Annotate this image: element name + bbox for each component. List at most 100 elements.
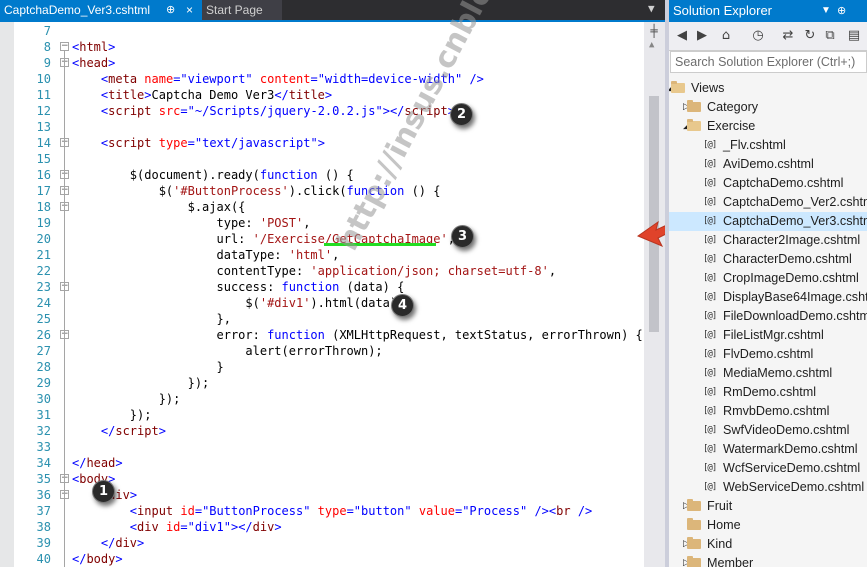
cshtml-file-icon: [@] — [703, 425, 717, 435]
tree-folder-item[interactable]: ◢Exercise — [669, 117, 867, 136]
collapse-all-icon[interactable]: ⧉ — [821, 27, 839, 45]
tree-item-label: CaptchaDemo.cshtml — [723, 176, 844, 190]
code-line[interactable]: 15 — [14, 151, 644, 167]
code-line[interactable]: 14− <script type="text/javascript"> — [14, 135, 644, 151]
tree-folder-item[interactable]: ▷Fruit — [669, 497, 867, 516]
code-editor[interactable]: CaptchaDemo_Ver3.cshtml ⊕ × Start Page ▼… — [0, 0, 665, 567]
code-line[interactable]: 11 <title>Captcha Demo Ver3</title> — [14, 87, 644, 103]
code-line[interactable]: 18− $.ajax({ — [14, 199, 644, 215]
tree-item-label: FlvDemo.cshtml — [723, 347, 814, 361]
tab-start-page[interactable]: Start Page — [202, 0, 282, 20]
search-input[interactable]: Search Solution Explorer (Ctrl+;) — [670, 51, 867, 73]
tree-file-item[interactable]: [@] RmvbDemo.cshtml — [669, 402, 867, 421]
tree-file-item[interactable]: [@] RmDemo.cshtml — [669, 383, 867, 402]
code-line[interactable]: 26− error: function (XMLHttpRequest, tex… — [14, 327, 644, 343]
code-line[interactable]: 19 type: 'POST', — [14, 215, 644, 231]
collapse-icon[interactable]: − — [60, 42, 69, 51]
tree-file-item[interactable]: [@] WebServiceDemo.cshtml — [669, 478, 867, 497]
code-text: alert(errorThrown); — [72, 344, 383, 358]
tab-label: CaptchaDemo_Ver3.cshtml — [4, 3, 151, 17]
code-line[interactable]: 7 — [14, 23, 644, 39]
code-line[interactable]: 9−<head> — [14, 55, 644, 71]
code-line[interactable]: 34 </head> — [14, 455, 644, 471]
code-line[interactable]: 8− <html> — [14, 39, 644, 55]
code-line[interactable]: 40 </body> — [14, 551, 644, 567]
solution-explorer-toolbar: ◀ ▶ ⌂ ◷ ⇄ ↻ ⧉ ▤ — [669, 22, 867, 51]
code-line[interactable]: 31 }); — [14, 407, 644, 423]
code-line[interactable]: 16− $(document).ready(function () { — [14, 167, 644, 183]
chevron-down-icon[interactable]: ▼ — [648, 2, 655, 15]
outline-guide — [64, 51, 65, 567]
show-all-files-icon[interactable]: ▤ — [845, 27, 863, 45]
code-line[interactable]: 38 <div id="div1"></div> — [14, 519, 644, 535]
tree-file-item[interactable]: [@] MediaMemo.cshtml — [669, 364, 867, 383]
tab-captchademo-ver3[interactable]: CaptchaDemo_Ver3.cshtml ⊕ × — [0, 0, 202, 20]
code-line[interactable]: 29 }); — [14, 375, 644, 391]
home-icon[interactable]: ⌂ — [717, 27, 735, 45]
tree-item-label: Kind — [707, 537, 733, 551]
tree-folder-item[interactable]: ▷Kind — [669, 535, 867, 554]
tree-item-label: RmDemo.cshtml — [723, 385, 817, 399]
code-line[interactable]: 10 <meta name="viewport" content="width=… — [14, 71, 644, 87]
code-line[interactable]: 13 — [14, 119, 644, 135]
tree-file-item[interactable]: [@] WatermarkDemo.cshtml — [669, 440, 867, 459]
tree-file-item[interactable]: [@] CaptchaDemo.cshtml — [669, 174, 867, 193]
code-line[interactable]: 32 </script> — [14, 423, 644, 439]
code-line[interactable]: 39 </div> — [14, 535, 644, 551]
code-line[interactable]: 21 dataType: 'html', — [14, 247, 644, 263]
code-line[interactable]: 17− $('#ButtonProcess').click(function (… — [14, 183, 644, 199]
code-text: </head> — [72, 456, 123, 470]
tree-folder-item[interactable]: Home — [669, 516, 867, 535]
cshtml-file-icon: [@] — [703, 444, 717, 454]
code-line[interactable]: 23− success: function (data) { — [14, 279, 644, 295]
tree-folder-item[interactable]: ▷Category — [669, 98, 867, 117]
close-icon[interactable]: × — [186, 0, 193, 20]
scroll-up-icon[interactable]: ▲ — [649, 40, 654, 50]
tree-file-item[interactable]: [@] Character2Image.cshtml — [669, 231, 867, 250]
tree-file-item[interactable]: [@] _Flv.cshtml — [669, 136, 867, 155]
tree-item-label: _Flv.cshtml — [723, 138, 786, 152]
tree-file-item[interactable]: [@] FileDownloadDemo.cshtml — [669, 307, 867, 326]
line-number: 18 — [36, 200, 51, 214]
forward-icon[interactable]: ▶ — [693, 27, 711, 45]
tree-file-item[interactable]: [@] CharacterDemo.cshtml — [669, 250, 867, 269]
tree-item-label: MediaMemo.cshtml — [723, 366, 833, 380]
code-line[interactable]: 24 $('#div1').html(data) — [14, 295, 644, 311]
tree-file-item[interactable]: [@] CaptchaDemo_Ver2.cshtml — [669, 193, 867, 212]
code-line[interactable]: 12 <script src="~/Scripts/jquery-2.0.2.j… — [14, 103, 644, 119]
pin-icon[interactable]: ⊕ — [837, 0, 846, 22]
vertical-scrollbar[interactable]: ╪ ▲ — [644, 22, 665, 567]
back-icon[interactable]: ◀ — [673, 27, 691, 45]
tree-file-item[interactable]: [@] FileListMgr.cshtml — [669, 326, 867, 345]
code-line[interactable]: 25 }, — [14, 311, 644, 327]
code-line[interactable]: 30 }); — [14, 391, 644, 407]
code-line[interactable]: 22 contentType: 'application/json; chars… — [14, 263, 644, 279]
open-folder-icon — [687, 119, 701, 131]
tree-item-label: AviDemo.cshtml — [723, 157, 814, 171]
dropdown-icon[interactable]: ▼ — [821, 0, 831, 22]
tree-file-item[interactable]: [@] AviDemo.cshtml — [669, 155, 867, 174]
tree-file-item[interactable]: [@] CropImageDemo.cshtml — [669, 269, 867, 288]
sync-icon[interactable]: ⇄ — [779, 27, 797, 45]
pin-icon[interactable]: ⊕ — [166, 0, 175, 20]
tree-file-item[interactable]: [@] DisplayBase64Image.cshtml — [669, 288, 867, 307]
split-window-icon[interactable]: ╪ — [647, 24, 661, 38]
history-icon[interactable]: ◷ — [749, 27, 767, 45]
tree-folder-item[interactable]: ▷Member — [669, 554, 867, 567]
tree-file-item[interactable]: [@] FlvDemo.cshtml — [669, 345, 867, 364]
tree-item-label: Fruit — [707, 499, 733, 513]
tree-folder-item[interactable]: ◢Views — [669, 79, 867, 98]
line-number: 16 — [36, 168, 51, 182]
document-tab-bar: CaptchaDemo_Ver3.cshtml ⊕ × Start Page ▼ — [0, 0, 665, 20]
code-line[interactable]: 27 alert(errorThrown); — [14, 343, 644, 359]
tree-file-item[interactable]: [@] CaptchaDemo_Ver3.cshtml — [669, 212, 867, 231]
line-number: 27 — [36, 344, 51, 358]
tree-file-item[interactable]: [@] SwfVideoDemo.cshtml — [669, 421, 867, 440]
code-line[interactable]: 28 } — [14, 359, 644, 375]
refresh-icon[interactable]: ↻ — [801, 27, 819, 45]
tree-item-label: CaptchaDemo_Ver3.cshtml — [723, 214, 867, 228]
code-line[interactable]: 37 <input id="ButtonProcess" type="butto… — [14, 503, 644, 519]
code-line[interactable]: 33 — [14, 439, 644, 455]
code-text: } — [72, 360, 224, 374]
tree-file-item[interactable]: [@] WcfServiceDemo.cshtml — [669, 459, 867, 478]
